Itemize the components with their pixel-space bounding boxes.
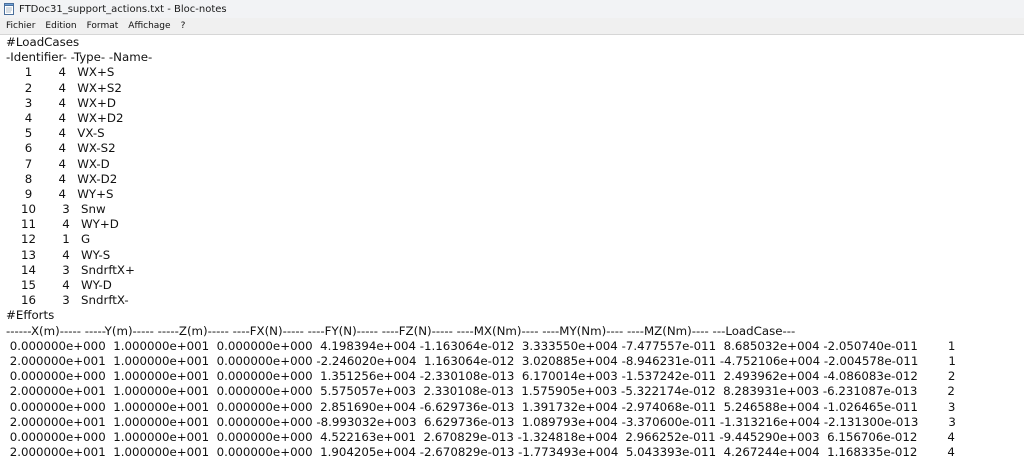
text-line: 0.000000e+000 1.000000e+001 0.000000e+00…	[6, 369, 956, 384]
text-line: 3 4 WX+D	[6, 95, 116, 110]
text-line: 7 4 WX-D	[6, 156, 110, 171]
text-line: 15 4 WY-D	[6, 278, 112, 292]
text-line: 16 3 SndrftX-	[6, 293, 129, 308]
window-title: FTDoc31_support_actions.txt - Bloc-notes	[19, 3, 227, 15]
text-line: 12 1 G	[6, 232, 91, 247]
menu-fichier[interactable]: Fichier	[0, 21, 40, 31]
text-line: 2.000000e+001 1.000000e+001 0.000000e+00…	[6, 353, 956, 368]
text-line: ------X(m)----- -----Y(m)----- -----Z(m)…	[6, 323, 796, 338]
text-line: 0.000000e+000 1.000000e+001 0.000000e+00…	[6, 399, 956, 414]
menu-bar: Fichier Edition Format Affichage ?	[0, 18, 1024, 35]
text-line: 11 4 WY+D	[6, 217, 119, 232]
text-line: 4 4 WX+D2	[6, 110, 124, 125]
text-line: 2.000000e+001 1.000000e+001 0.000000e+00…	[6, 414, 956, 429]
text-line: 5 4 VX-S	[6, 126, 105, 141]
text-line: 10 3 Snw	[6, 202, 106, 217]
text-editor[interactable]: #LoadCases -Identifier- -Type- -Name- 1 4…	[0, 35, 1024, 469]
document-text: #LoadCases -Identifier- -Type- -Name- 1 4…	[0, 35, 1024, 460]
text-line: 2 4 WX+S2	[6, 80, 122, 95]
menu-help[interactable]: ?	[176, 21, 191, 31]
text-line: 2.000000e+001 1.000000e+001 0.000000e+00…	[6, 384, 955, 399]
text-line: 1 4 WX+S	[6, 65, 115, 80]
menu-edition[interactable]: Edition	[40, 21, 81, 31]
text-line: 8 4 WX-D2	[6, 171, 118, 186]
text-line: -Identifier- -Type- -Name-	[6, 50, 153, 65]
title-bar[interactable]: FTDoc31_support_actions.txt - Bloc-notes	[0, 0, 1024, 19]
text-line: 2.000000e+001 1.000000e+001 0.000000e+00…	[6, 445, 955, 460]
menu-format[interactable]: Format	[82, 21, 124, 31]
text-line: #LoadCases	[6, 35, 80, 49]
text-line: 13 4 WY-S	[6, 247, 111, 262]
text-line: 6 4 WX-S2	[6, 141, 116, 156]
text-line: #Efforts	[6, 308, 55, 323]
text-line: 14 3 SndrftX+	[6, 262, 135, 277]
menu-affichage[interactable]: Affichage	[123, 21, 175, 31]
text-line: 0.000000e+000 1.000000e+001 0.000000e+00…	[6, 429, 955, 444]
notepad-icon	[4, 3, 15, 15]
text-line: 0.000000e+000 1.000000e+001 0.000000e+00…	[6, 338, 956, 353]
text-line: 9 4 WY+S	[6, 186, 114, 201]
